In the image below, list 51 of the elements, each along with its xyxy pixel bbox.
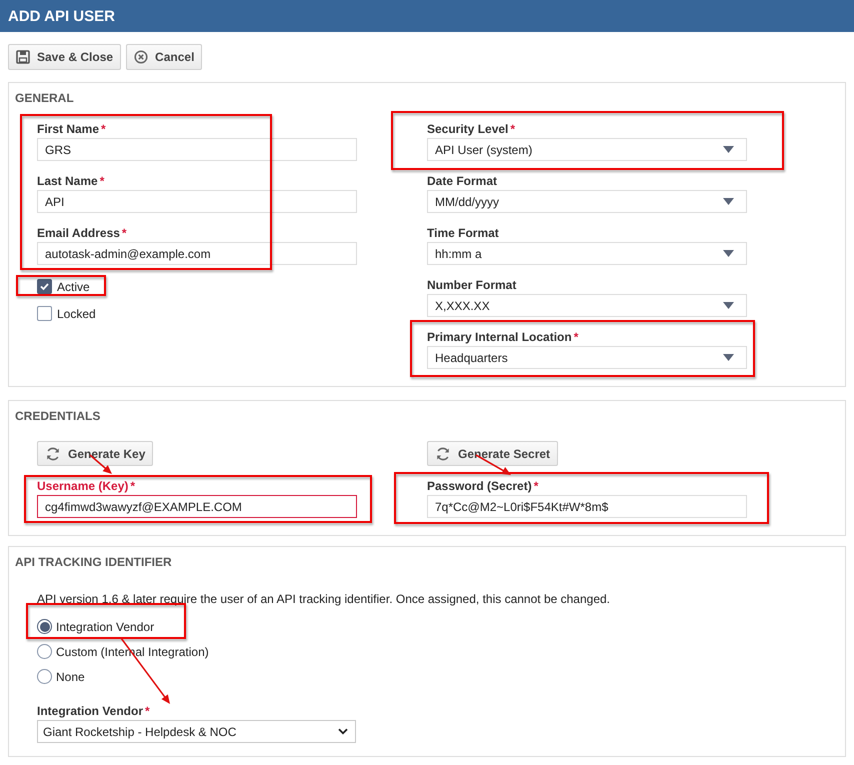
caret-icon [723, 250, 734, 257]
radio-button[interactable] [37, 644, 52, 659]
field-label: First Name * [37, 122, 106, 136]
dropdown[interactable]: hh:mm a [427, 242, 747, 265]
generate-button[interactable]: Generate Key [37, 441, 154, 466]
checkbox-label: Active [57, 280, 90, 294]
text-field[interactable]: autotask-admin@example.com [37, 242, 357, 265]
cancel-icon [134, 50, 148, 64]
field-label: Last Name * [37, 174, 104, 188]
caret-icon [723, 198, 734, 205]
section-title: API TRACKING IDENTIFIER [14, 554, 173, 569]
dropdown[interactable]: MM/dd/yyyy [427, 190, 747, 213]
radio-label: None [56, 670, 85, 684]
checkbox-label: Locked [57, 306, 96, 320]
field-label: Date Format [427, 174, 498, 188]
checkbox[interactable] [37, 279, 52, 294]
text-field[interactable]: cg4fimwd3wawyzf@EXAMPLE.COM [37, 495, 357, 518]
radio-button[interactable] [37, 669, 52, 684]
caret-icon [723, 354, 734, 361]
window-title: ADD API USER [8, 8, 115, 24]
chevron-down-icon [338, 728, 348, 735]
text-field[interactable]: GRS [37, 138, 357, 161]
checkmark-icon [39, 281, 50, 292]
field-label: Time Format [427, 226, 499, 240]
refresh-icon [45, 446, 61, 462]
field-label: Number Format [427, 278, 516, 292]
radio-button[interactable] [37, 619, 52, 634]
dropdown[interactable]: Giant Rocketship - Helpdesk & NOC [37, 720, 356, 743]
text-field[interactable]: 7q*Cc@M2~L0ri$F54Kt#W*8m$ [427, 495, 747, 518]
checkbox[interactable] [37, 306, 52, 321]
text-field[interactable]: API [37, 190, 357, 213]
save-icon [16, 50, 30, 64]
dropdown[interactable]: X,XXX.XX [427, 294, 747, 317]
section-title: GENERAL [14, 90, 75, 105]
field-label: Username (Key) * [37, 479, 136, 493]
field-label: Password (Secret) * [427, 479, 538, 493]
save-close-button[interactable]: Save & Close [8, 44, 122, 70]
field-label: Email Address * [37, 226, 127, 240]
generate-button[interactable]: Generate Secret [427, 441, 558, 466]
section-title: CREDENTIALS [14, 408, 102, 423]
info-text: API version 1.6 & later require the user of an API tracking identifier. Once assigned, this cannot be changed. [37, 591, 612, 607]
radio-label: Integration Vendor [56, 620, 154, 634]
caret-icon [723, 302, 734, 309]
dropdown[interactable]: API User (system) [427, 138, 747, 161]
field-label: Security Level * [427, 122, 516, 136]
field-label: Primary Internal Location * [427, 330, 578, 344]
cancel-button[interactable]: Cancel [126, 44, 202, 70]
caret-icon [723, 146, 734, 153]
field-label: Integration Vendor * [37, 704, 150, 718]
refresh-icon [435, 446, 451, 462]
dropdown[interactable]: Headquarters [427, 346, 747, 369]
